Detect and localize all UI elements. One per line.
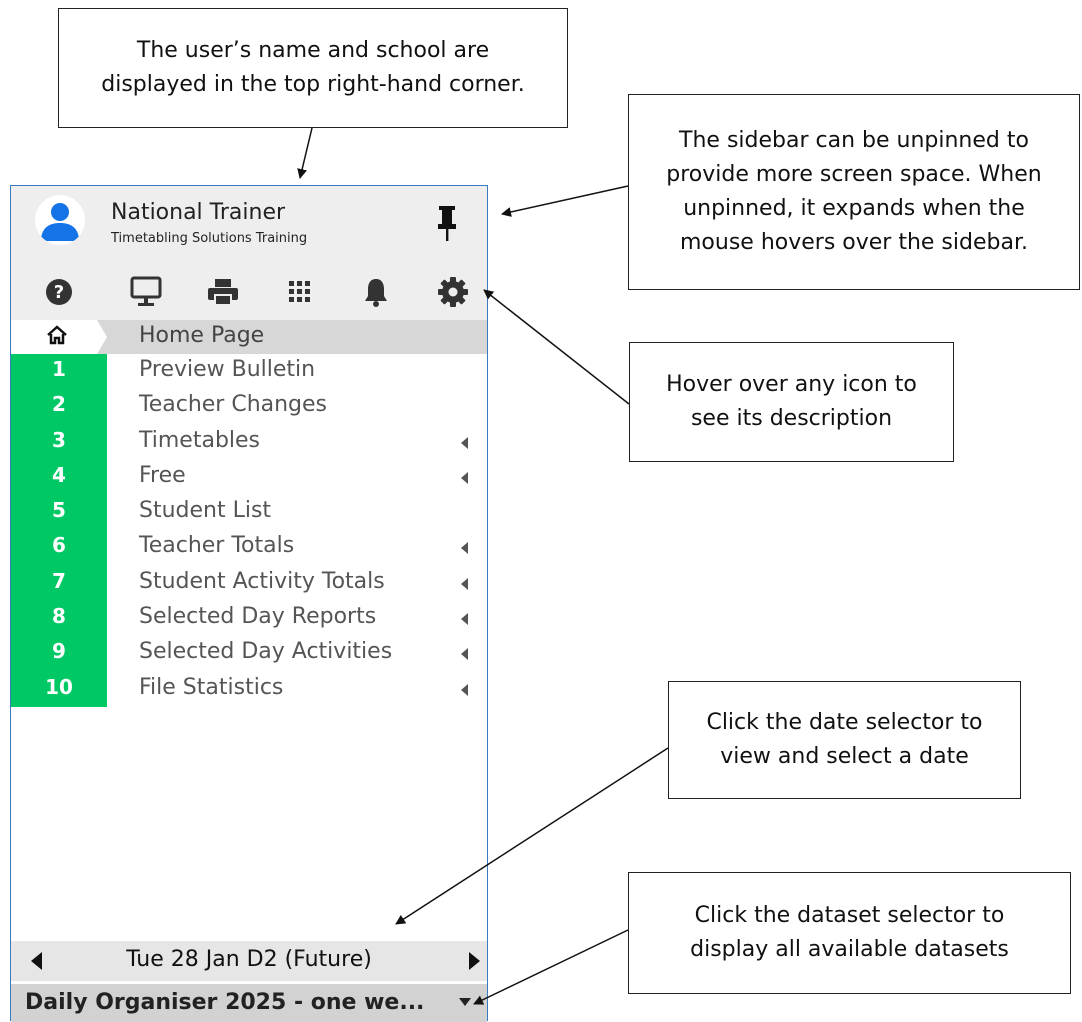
date-display[interactable]: Tue 28 Jan D2 (Future) bbox=[11, 947, 487, 972]
menu-item-number: 5 bbox=[52, 498, 66, 523]
menu-item-label: Student Activity Totals bbox=[139, 568, 385, 594]
arrow-to-user-info bbox=[297, 127, 313, 179]
callout-dataset-selector: Click the dataset selector to display al… bbox=[628, 872, 1071, 994]
menu-item-label: Teacher Totals bbox=[139, 533, 295, 559]
arrow-to-icons bbox=[483, 289, 630, 405]
sidebar-item[interactable]: 4 Free bbox=[11, 460, 487, 495]
monitor-icon bbox=[130, 276, 162, 306]
dataset-selector[interactable]: Daily Organiser 2025 - one we... bbox=[11, 984, 487, 1022]
menu-item-label: File Statistics bbox=[139, 674, 284, 700]
avatar bbox=[35, 195, 85, 245]
sidebar-item[interactable]: 9 Selected Day Activities bbox=[11, 636, 487, 671]
pin-icon bbox=[438, 206, 456, 241]
arrow-to-pin bbox=[501, 185, 629, 217]
apps-grid-icon bbox=[289, 281, 310, 302]
apps-button[interactable] bbox=[280, 274, 320, 310]
settings-button[interactable] bbox=[433, 274, 473, 310]
callout-date-selector: Click the date selector to view and sele… bbox=[668, 681, 1021, 799]
sidebar-item[interactable]: 2 Teacher Changes bbox=[11, 389, 487, 424]
print-button[interactable] bbox=[203, 274, 243, 310]
menu-item-label: Preview Bulletin bbox=[139, 357, 316, 382]
date-selector: Tue 28 Jan D2 (Future) bbox=[11, 941, 487, 981]
home-page-label: Home Page bbox=[139, 323, 265, 348]
home-tab bbox=[11, 320, 107, 354]
next-date-arrow-icon[interactable] bbox=[469, 952, 480, 970]
display-button[interactable] bbox=[126, 274, 166, 310]
menu-item-number: 8 bbox=[52, 604, 66, 629]
submenu-arrow-icon bbox=[461, 648, 468, 661]
icon-toolbar: ? bbox=[11, 264, 487, 320]
menu-item-label: Selected Day Activities bbox=[139, 639, 393, 665]
sidebar-item[interactable]: 6 Teacher Totals bbox=[11, 530, 487, 565]
menu-item-label: Timetables bbox=[139, 427, 261, 453]
sidebar-item[interactable]: 5 Student List bbox=[11, 495, 487, 530]
menu-item-number: 1 bbox=[52, 357, 66, 381]
gear-icon bbox=[438, 277, 468, 307]
school-name: Timetabling Solutions Training bbox=[111, 231, 308, 246]
menu-item-number: 4 bbox=[52, 462, 66, 487]
sidebar-item[interactable]: 10 File Statistics bbox=[11, 672, 487, 707]
menu-item-number: 6 bbox=[52, 533, 66, 558]
submenu-arrow-icon bbox=[461, 542, 468, 555]
menu-item-number: 7 bbox=[52, 568, 66, 593]
menu-item-label: Teacher Changes bbox=[139, 392, 328, 418]
sidebar: National Trainer Timetabling Solutions T… bbox=[10, 185, 488, 1022]
menu-item-number: 3 bbox=[52, 427, 66, 452]
print-icon bbox=[208, 279, 238, 306]
menu-item-number: 10 bbox=[45, 674, 73, 699]
submenu-arrow-icon bbox=[461, 577, 468, 590]
submenu-arrow-icon bbox=[461, 436, 468, 449]
pin-button[interactable] bbox=[435, 204, 459, 244]
menu-item-label: Free bbox=[139, 462, 186, 488]
help-icon: ? bbox=[46, 279, 72, 305]
sidebar-item[interactable]: 7 Student Activity Totals bbox=[11, 566, 487, 601]
sidebar-menu: 1 Preview Bulletin 2 Teacher Changes 3 Timeta… bbox=[11, 354, 487, 707]
chevron-down-icon bbox=[459, 998, 471, 1006]
user-icon bbox=[41, 203, 79, 241]
sidebar-item[interactable]: 8 Selected Day Reports bbox=[11, 601, 487, 636]
submenu-arrow-icon bbox=[461, 471, 468, 484]
home-page-item[interactable]: Home Page bbox=[11, 320, 487, 354]
dataset-name: Daily Organiser 2025 - one we... bbox=[25, 990, 425, 1015]
callout-pin: The sidebar can be unpinned to provide m… bbox=[628, 94, 1080, 290]
sidebar-item[interactable]: 1 Preview Bulletin bbox=[11, 354, 487, 389]
callout-user-info: The user’s name and school are displayed… bbox=[58, 8, 568, 128]
submenu-arrow-icon bbox=[461, 683, 468, 696]
user-name: National Trainer bbox=[111, 200, 286, 225]
home-icon bbox=[47, 325, 67, 345]
bell-icon bbox=[365, 279, 387, 307]
callout-icons: Hover over any icon to see its descripti… bbox=[629, 342, 954, 462]
menu-item-label: Student List bbox=[139, 498, 272, 524]
user-header: National Trainer Timetabling Solutions T… bbox=[11, 186, 487, 264]
menu-item-number: 9 bbox=[52, 639, 66, 664]
svg-text:?: ? bbox=[54, 282, 64, 303]
submenu-arrow-icon bbox=[461, 613, 468, 626]
notifications-button[interactable] bbox=[356, 274, 396, 310]
sidebar-item[interactable]: 3 Timetables bbox=[11, 425, 487, 460]
help-button[interactable]: ? bbox=[39, 274, 79, 310]
menu-item-label: Selected Day Reports bbox=[139, 604, 377, 630]
menu-item-number: 2 bbox=[52, 392, 66, 417]
arrow-to-dataset-selector bbox=[473, 929, 629, 1005]
